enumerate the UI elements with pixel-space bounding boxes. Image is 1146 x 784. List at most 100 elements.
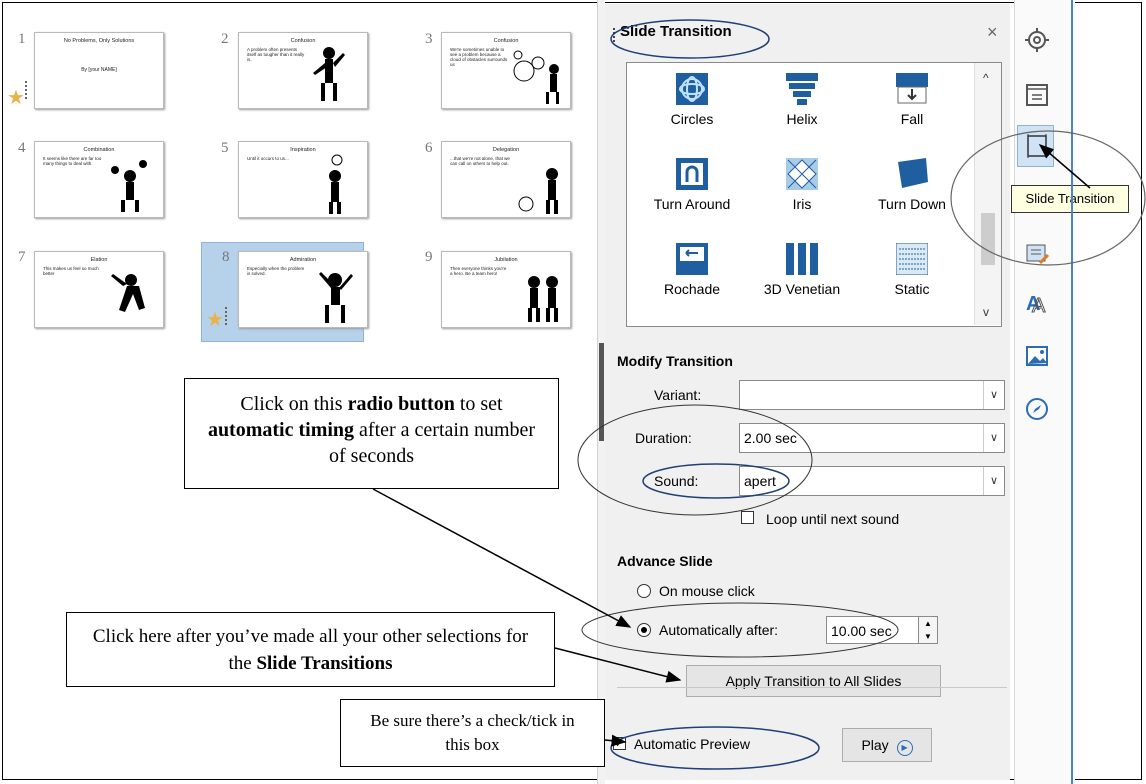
callout-text: to set (454, 393, 503, 415)
transition-label: Helix (786, 111, 818, 127)
navigator-icon[interactable] (1024, 396, 1050, 422)
window-edge (1071, 0, 1073, 784)
clipart-figure (313, 47, 345, 101)
chevron-down-icon[interactable]: ∨ (983, 424, 1004, 452)
transition-label: Rochade (663, 281, 721, 297)
play-icon: ▶ (896, 740, 913, 756)
fall-icon (896, 73, 928, 105)
gallery-icon[interactable] (1024, 343, 1050, 369)
transition-label: Turn Around (653, 196, 731, 212)
transition-star-icon: ★ (7, 87, 25, 109)
clipart-figure (513, 50, 559, 104)
scroll-up-icon[interactable]: ^ (983, 71, 989, 85)
collapse-handle[interactable] (599, 343, 604, 441)
static-icon (895, 242, 929, 276)
stepper-up-icon[interactable]: ▲ (919, 617, 937, 630)
loop-checkbox[interactable] (741, 511, 754, 524)
slide-thumbnail-6[interactable]: Delegation ...that we're not alone, that… (441, 141, 571, 218)
on-mouse-click-radio[interactable] (637, 584, 651, 598)
advance-slide-heading: Advance Slide (617, 553, 713, 569)
slide-number: 9 (425, 249, 433, 265)
scrollbar-thumb[interactable] (981, 213, 995, 265)
slide-thumbnail-1[interactable]: No Problems, Only Solutions By [your NAM… (34, 32, 164, 109)
variant-select[interactable]: ∨ (739, 380, 1005, 410)
animation-icon[interactable] (1024, 241, 1050, 267)
on-mouse-click-label: On mouse click (659, 583, 755, 599)
slide-subtitle: By [your NAME] (81, 67, 117, 73)
3d-venetian-icon (786, 243, 818, 275)
slide-number: 1 (18, 31, 26, 47)
clipart-figure (111, 160, 147, 212)
callout-text: Click on this (240, 393, 348, 415)
clipart-figure (518, 168, 558, 214)
transition-3d-venetian[interactable]: 3D Venetian (747, 243, 857, 297)
slide-number: 8 (222, 249, 230, 265)
slide-transition-icon[interactable] (1024, 133, 1050, 159)
auto-seconds-stepper[interactable]: 10.00 sec ▲ ▼ (826, 616, 944, 644)
slide-thumbnail-2[interactable]: Confusion A problem often presents itsel… (238, 32, 368, 109)
panel-grip-icon[interactable] (613, 28, 618, 42)
slide-thumbnail-7[interactable]: Elation This makes us feel so much bette… (34, 251, 164, 328)
slide-thumbnail-9[interactable]: Jubilation Then everyone thinks you're a… (441, 251, 571, 328)
transition-circles[interactable]: Circles (637, 73, 747, 127)
play-button[interactable]: Play ▶ (842, 728, 932, 762)
transition-label: Turn Down (878, 196, 946, 212)
iris-icon (786, 158, 818, 190)
transition-turn-around[interactable]: Turn Around (637, 158, 747, 212)
auto-seconds-input[interactable]: 10.00 sec (826, 616, 920, 644)
duration-field[interactable]: 2.00 sec ∨ (739, 423, 1005, 453)
stepper-buttons[interactable]: ▲ ▼ (918, 616, 938, 644)
circles-icon (676, 73, 708, 105)
slide-number: 3 (425, 31, 433, 47)
sound-select[interactable]: apert ∨ (739, 466, 1005, 496)
automatically-after-label: Automatically after: (659, 622, 779, 638)
gallery-scrollbar[interactable]: ^ v (974, 63, 1001, 325)
automatic-preview-checkbox[interactable]: ✓ (613, 737, 626, 750)
sound-value: apert (744, 473, 776, 489)
transition-label: 3D Venetian (763, 281, 841, 297)
styles-icon[interactable]: AA (1024, 289, 1050, 318)
scroll-down-icon[interactable]: v (983, 305, 989, 319)
slide-number: 7 (18, 249, 26, 265)
callout-text: after a certain number of seconds (329, 419, 536, 467)
callout-preview-checkbox: Be sure there’s a check/tick in this box (340, 699, 605, 767)
transition-helix[interactable]: Helix (747, 73, 857, 127)
callout-apply-all: Click here after you’ve made all your ot… (66, 612, 555, 687)
callout-bold: automatic timing (207, 419, 355, 441)
panel-title: Slide Transition (620, 23, 732, 40)
chevron-down-icon[interactable]: ∨ (983, 467, 1004, 495)
loop-label: Loop until next sound (766, 511, 900, 527)
transition-gallery: Circles Helix Fall Turn Around Iris Turn… (626, 62, 1002, 327)
automatic-preview-label: Automatic Preview (634, 736, 750, 752)
duration-value: 2.00 sec (744, 430, 797, 446)
slide-number: 6 (425, 140, 433, 156)
transition-turn-down[interactable]: Turn Down (857, 158, 967, 212)
clipart-figure (329, 154, 343, 214)
chevron-down-icon[interactable]: ∨ (983, 381, 1004, 409)
transition-iris[interactable]: Iris (747, 158, 857, 212)
slide-number: 2 (221, 31, 229, 47)
apply-to-all-slides-button[interactable]: Apply Transition to All Slides (686, 665, 941, 697)
transition-label: Fall (900, 111, 924, 127)
slide-thumbnail-3[interactable]: Confusion We're sometimes unable to see … (441, 32, 571, 109)
svg-text:A: A (1032, 295, 1046, 315)
slide-thumbnail-4[interactable]: Combination It seems like there are far … (34, 141, 164, 218)
transition-rochade[interactable]: Rochade (637, 243, 747, 297)
panel-splitter[interactable] (597, 0, 605, 784)
helix-icon (786, 73, 818, 105)
close-icon[interactable]: × (987, 22, 998, 43)
sidebar-toggle-icon[interactable] (1024, 82, 1050, 108)
transition-label: Circles (670, 111, 714, 127)
slide-thumbnail-5[interactable]: Inspiration Until it occurs to us... (238, 141, 368, 218)
transition-static[interactable]: Static (857, 242, 967, 297)
play-label: Play (861, 737, 889, 753)
properties-icon[interactable] (1024, 27, 1050, 53)
clipart-figure (528, 276, 558, 322)
slide-thumbnail-8[interactable]: Admiration Especially when the problem i… (238, 251, 368, 328)
variant-label: Variant: (654, 387, 702, 403)
clipart-figure (111, 274, 145, 312)
sound-label: Sound: (654, 473, 699, 489)
automatically-after-radio[interactable] (637, 623, 651, 637)
stepper-down-icon[interactable]: ▼ (919, 630, 937, 643)
transition-fall[interactable]: Fall (857, 73, 967, 127)
